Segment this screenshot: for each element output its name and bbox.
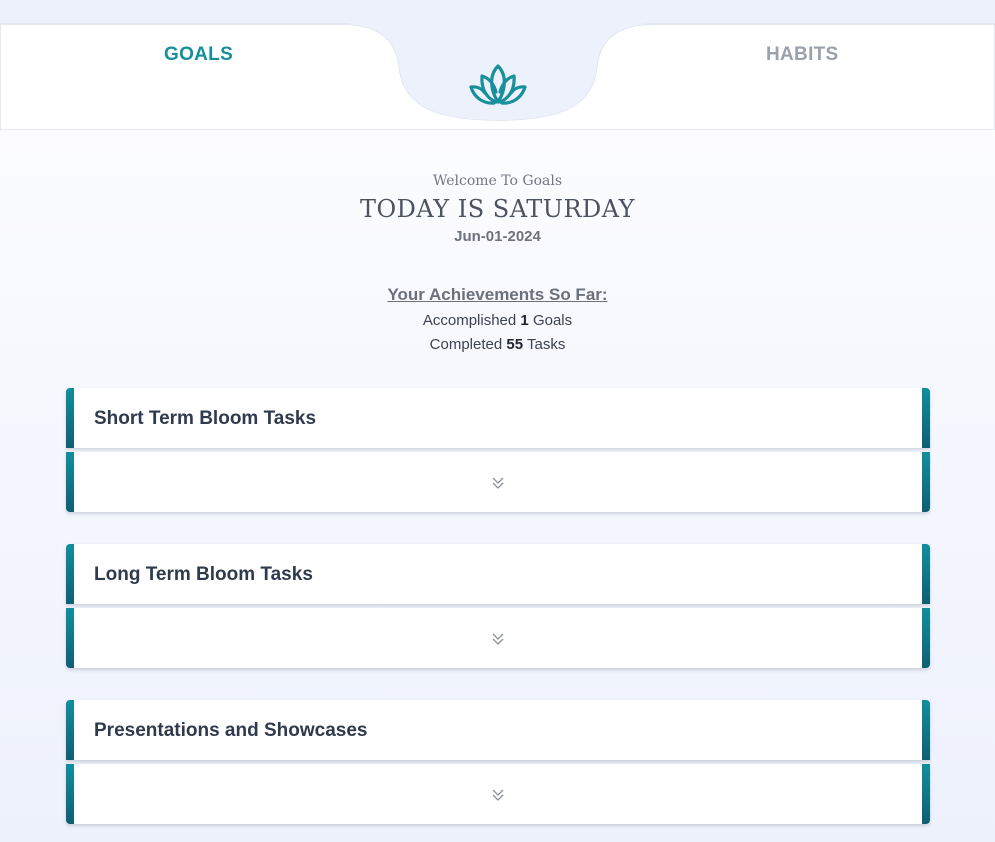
accent-bar-left — [66, 700, 74, 760]
today-heading: TODAY IS SATURDAY — [359, 195, 636, 223]
accent-bar-right — [922, 388, 930, 448]
lotus-icon[interactable] — [469, 62, 527, 108]
section-header[interactable]: Short Term Bloom Tasks — [66, 388, 930, 448]
tab-goals[interactable]: GOALS — [164, 44, 233, 66]
section-title: Long Term Bloom Tasks — [94, 564, 313, 585]
tab-habits[interactable]: HABITS — [766, 44, 839, 66]
goals-count: 1 — [520, 312, 529, 329]
accent-bar-right — [922, 452, 930, 512]
section-short-term: Short Term Bloom Tasks — [66, 388, 930, 512]
accent-bar-right — [922, 700, 930, 760]
section-title: Short Term Bloom Tasks — [94, 408, 317, 429]
accent-bar-right — [922, 544, 930, 604]
welcome-text: Welcome To Goals — [432, 173, 563, 189]
tasks-suffix: Tasks — [526, 336, 566, 353]
accent-bar-left — [66, 608, 74, 668]
section-presentations: Presentations and Showcases — [66, 700, 930, 824]
accent-bar-left — [66, 388, 74, 448]
double-chevron-down-icon[interactable] — [490, 787, 506, 803]
current-date: Jun-01-2024 — [454, 228, 541, 245]
accent-bar-right — [922, 608, 930, 668]
section-header[interactable]: Long Term Bloom Tasks — [66, 544, 930, 604]
accent-bar-left — [66, 452, 74, 512]
accent-bar-left — [66, 544, 74, 604]
section-long-term: Long Term Bloom Tasks — [66, 544, 930, 668]
goals-accomplished: Accomplished 1 Goals — [0, 312, 995, 329]
double-chevron-down-icon[interactable] — [490, 631, 506, 647]
achievements-title: Your Achievements So Far: — [387, 285, 608, 304]
tasks-completed: Completed 55 Tasks — [0, 336, 995, 353]
accent-bar-left — [66, 764, 74, 824]
expand-toggle[interactable] — [66, 452, 930, 512]
double-chevron-down-icon[interactable] — [490, 475, 506, 491]
tasks-count: 55 — [506, 336, 524, 353]
expand-toggle[interactable] — [66, 608, 930, 668]
goals-suffix: Goals — [532, 312, 573, 329]
section-header[interactable]: Presentations and Showcases — [66, 700, 930, 760]
tasks-prefix: Completed — [429, 336, 503, 353]
section-title: Presentations and Showcases — [94, 720, 368, 741]
accent-bar-right — [922, 764, 930, 824]
goals-prefix: Accomplished — [422, 312, 517, 329]
expand-toggle[interactable] — [66, 764, 930, 824]
